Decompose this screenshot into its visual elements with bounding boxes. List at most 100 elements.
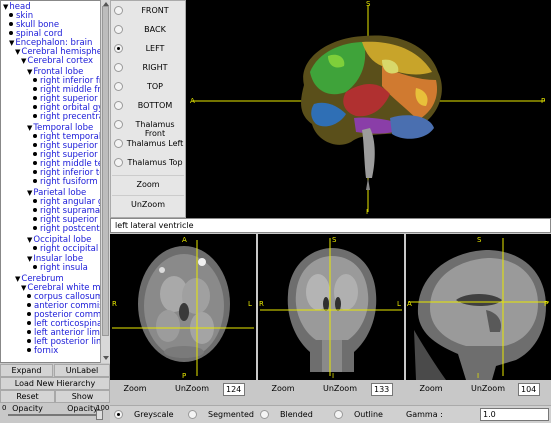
coronal-zoom-button[interactable]: Zoom: [258, 383, 308, 395]
expand-toggle-icon[interactable]: ▼: [27, 255, 32, 263]
view-option[interactable]: Thalamus Left: [111, 135, 187, 153]
tree-scroll-thumb[interactable]: [102, 6, 109, 336]
view-option-label: TOP: [146, 82, 163, 91]
axial-controls: Zoom UnZoom 124: [110, 381, 256, 397]
axial-zoom-button[interactable]: Zoom: [110, 383, 160, 395]
sagittal-slice-index[interactable]: 104: [518, 383, 540, 396]
tree-item-label: right postcentra: [40, 224, 104, 234]
sagittal-slice-view[interactable]: S A P I: [406, 234, 551, 380]
radio-button[interactable]: [114, 44, 123, 53]
radio-button[interactable]: [334, 410, 343, 419]
sagittal-axis-top: S: [477, 236, 482, 244]
display-mode-label: Segmented: [208, 410, 254, 419]
view-option[interactable]: BACK: [111, 21, 187, 39]
tree-item[interactable]: right precentra: [33, 113, 103, 122]
radio-button[interactable]: [114, 120, 123, 129]
gamma-input[interactable]: 1.0: [480, 408, 549, 421]
radio-button[interactable]: [114, 63, 123, 72]
view-option[interactable]: Thalamus Front: [111, 116, 187, 138]
expand-toggle-icon[interactable]: ▼: [21, 57, 26, 65]
display-mode-label: Blended: [280, 410, 313, 419]
radio-button[interactable]: [114, 158, 123, 167]
coronal-axis-left: R: [259, 300, 264, 308]
view-option-label: RIGHT: [142, 63, 168, 72]
expand-toggle-icon[interactable]: ▼: [27, 68, 32, 76]
unlabel-button[interactable]: UnLabel: [54, 364, 110, 377]
expand-toggle-icon[interactable]: ▼: [15, 48, 20, 56]
leaf-bullet-icon: [33, 152, 37, 156]
coronal-unzoom-button[interactable]: UnZoom: [312, 383, 368, 395]
coronal-slice-view[interactable]: S R L I: [258, 234, 404, 380]
coronal-axis-top: S: [332, 236, 337, 244]
expand-toggle-icon[interactable]: ▼: [21, 284, 26, 292]
tree-scrollbar[interactable]: [100, 0, 110, 363]
render-3d-view[interactable]: S A P I: [186, 0, 551, 218]
axial-unzoom-button[interactable]: UnZoom: [164, 383, 220, 395]
expand-toggle-icon[interactable]: ▼: [9, 39, 14, 47]
radio-button[interactable]: [114, 82, 123, 91]
view3d-axis-bottom: I: [366, 208, 369, 216]
display-mode-option[interactable]: Segmented: [188, 408, 258, 422]
radio-button[interactable]: [188, 410, 197, 419]
view3d-axis-left: A: [190, 97, 195, 105]
sagittal-zoom-button[interactable]: Zoom: [406, 383, 456, 395]
radio-button[interactable]: [114, 25, 123, 34]
coronal-mri-image: [260, 238, 402, 376]
reset-opacity-button[interactable]: Reset Opacity: [0, 390, 55, 413]
view-zoom-button[interactable]: Zoom: [112, 175, 184, 193]
axial-mri-image: [112, 240, 254, 376]
expand-toggle-icon[interactable]: ▼: [27, 124, 32, 132]
opacity-slider-track[interactable]: [8, 414, 102, 416]
leaf-bullet-icon: [27, 321, 31, 325]
tree-item[interactable]: right postcentra: [33, 224, 104, 234]
leaf-bullet-icon: [33, 134, 37, 138]
sagittal-axis-bottom: I: [477, 372, 480, 380]
display-mode-option[interactable]: Blended: [260, 408, 330, 422]
leaf-bullet-icon: [27, 348, 31, 352]
expand-toggle-icon[interactable]: ▼: [15, 275, 20, 283]
radio-button[interactable]: [114, 410, 123, 419]
display-mode-option[interactable]: Greyscale: [114, 408, 184, 422]
opacity-slider[interactable]: 0 100: [0, 403, 110, 423]
expand-toggle-icon[interactable]: ▼: [27, 189, 32, 197]
structure-name-field: left lateral ventricle: [110, 218, 551, 233]
leaf-bullet-icon: [33, 170, 37, 174]
tree-item-label: fornix: [34, 346, 59, 356]
view-option-label: BOTTOM: [137, 101, 173, 110]
view-option[interactable]: BOTTOM: [111, 97, 187, 115]
expand-toggle-icon[interactable]: ▼: [27, 236, 32, 244]
radio-button[interactable]: [114, 139, 123, 148]
view-option[interactable]: RIGHT: [111, 59, 187, 77]
display-mode-option[interactable]: Outline: [334, 408, 404, 422]
tree-item-label: right fusiform g: [40, 177, 104, 187]
tree-item[interactable]: ▼Cerebral cortex: [21, 57, 93, 66]
load-hierarchy-button[interactable]: Load New Hierarchy: [0, 377, 110, 390]
tree-item[interactable]: fornix: [27, 347, 58, 356]
hierarchy-tree[interactable]: ▼head skin skull bone spinal cord ▼Encephalo…: [0, 0, 104, 363]
sagittal-unzoom-button[interactable]: UnZoom: [460, 383, 516, 395]
axial-slice-index[interactable]: 124: [223, 383, 245, 396]
leaf-bullet-icon: [33, 87, 37, 91]
leaf-bullet-icon: [33, 265, 37, 269]
coronal-slice-index[interactable]: 133: [371, 383, 393, 396]
view-option[interactable]: Thalamus Top: [111, 154, 187, 172]
tree-item[interactable]: right fusiform g: [33, 177, 104, 187]
view-unzoom-button[interactable]: UnZoom: [112, 195, 184, 213]
axial-slice-view[interactable]: A R L P: [110, 234, 256, 380]
tree-item[interactable]: right insula: [33, 264, 88, 273]
view-option[interactable]: TOP: [111, 78, 187, 96]
scroll-down-arrow[interactable]: [102, 354, 109, 360]
expand-toggle-icon[interactable]: ▼: [3, 3, 8, 11]
view-option[interactable]: FRONT: [111, 2, 187, 20]
leaf-bullet-icon: [27, 339, 31, 343]
view-option[interactable]: LEFT: [111, 40, 187, 58]
show-opacity-button[interactable]: Show Opacity: [55, 390, 110, 413]
opacity-slider-thumb[interactable]: [96, 410, 103, 420]
brain-3d-render: [192, 5, 545, 212]
radio-button[interactable]: [114, 6, 123, 15]
radio-button[interactable]: [114, 101, 123, 110]
tree-item[interactable]: right occipital l: [33, 245, 103, 254]
tree-item-label: right insula: [40, 263, 88, 273]
expand-button[interactable]: Expand: [0, 364, 53, 377]
radio-button[interactable]: [260, 410, 269, 419]
